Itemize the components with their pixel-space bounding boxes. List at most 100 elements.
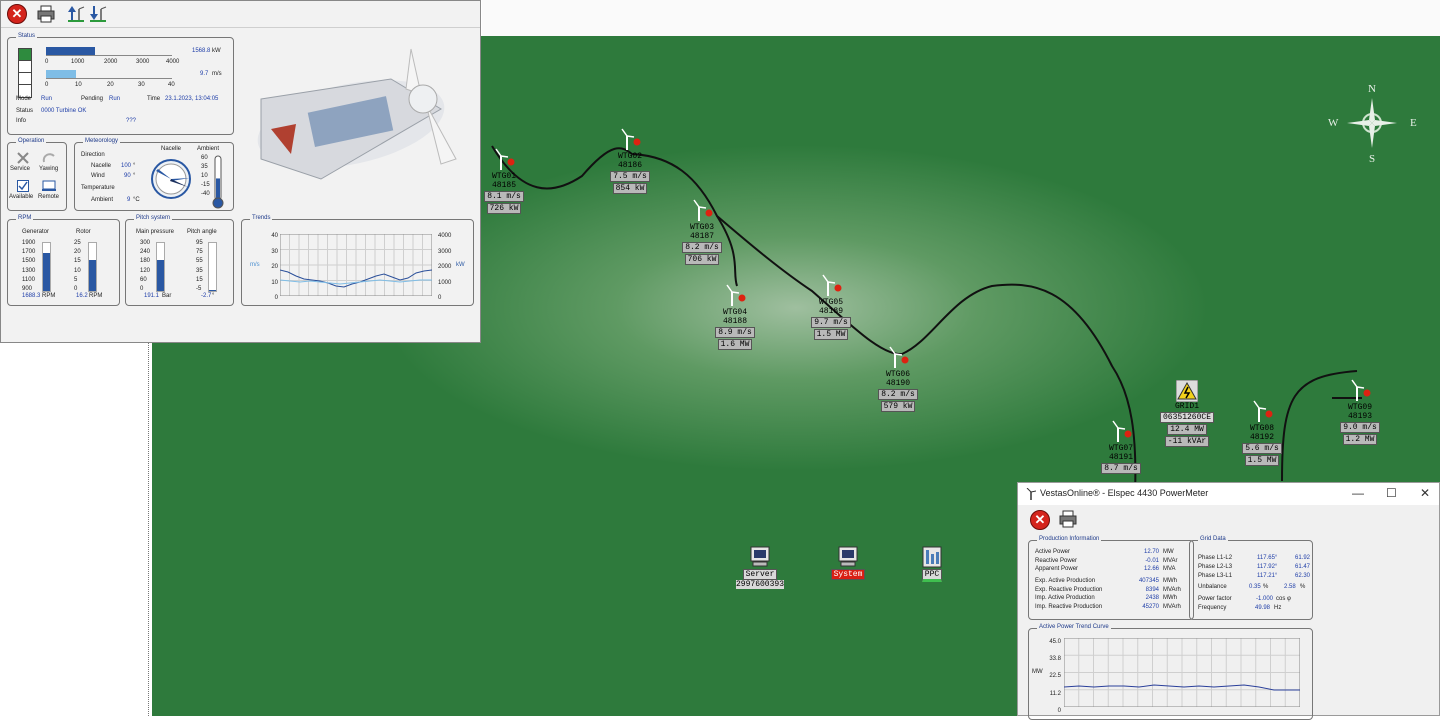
turbine-detail-window: ✕ Status 1568.8 kW 0 1000 2000 3000 4000…	[0, 0, 481, 343]
turbine-wtg09[interactable]: WTG09 48193 9.0 m/s 1.2 MW	[1338, 379, 1382, 445]
grid-data-group: Grid Data Phase L1-L2 117.65° 61.92 Phas…	[1189, 536, 1313, 620]
turbine-name: WTG07	[1108, 444, 1133, 453]
trend-right-tick: 4000	[438, 233, 452, 239]
power-tick: 2000	[104, 59, 118, 65]
turbine-name: WTG02	[617, 152, 642, 161]
maximize-button[interactable]: ☐	[1386, 486, 1397, 500]
print-icon[interactable]	[37, 5, 55, 23]
turbine-wind: 8.7 m/s	[1101, 463, 1141, 474]
phase-value: 61.47	[1295, 564, 1311, 570]
turbine-id: 48187	[689, 232, 714, 241]
compass-w: W	[1328, 117, 1339, 129]
turbine-wtg03[interactable]: WTG03 48187 8.2 m/s 706 kW	[680, 199, 724, 265]
production-row: Reactive Power -0.01 MVAr	[1035, 558, 1189, 567]
turbine-power: 1.5 MW	[1244, 455, 1280, 466]
time-label: Time	[147, 96, 161, 102]
print-icon[interactable]	[1059, 510, 1077, 528]
status-label: Status	[16, 108, 34, 114]
group-title: Pitch system	[134, 215, 173, 221]
turbine-down-icon[interactable]	[89, 5, 107, 23]
thermo-tick: 35	[201, 164, 208, 170]
rotor-tick: 10	[74, 267, 81, 274]
turbine-up-icon[interactable]	[67, 5, 85, 23]
rotor-rpm-unit: RPM	[89, 293, 103, 299]
pressure-value: 191.1	[144, 293, 160, 299]
available-check-icon[interactable]	[17, 180, 29, 192]
minimize-button[interactable]: —	[1352, 486, 1364, 500]
trend-tick: 33.8	[1049, 656, 1061, 663]
wind-turbine-icon	[1112, 420, 1132, 442]
turbine-name: WTG08	[1249, 424, 1274, 433]
turbine-id: 48186	[617, 161, 642, 170]
wind-value: 9.7	[200, 71, 209, 77]
close-button[interactable]: ✕	[7, 4, 27, 24]
turbine-name: WTG05	[818, 298, 843, 307]
rotor-tick: 25	[74, 240, 81, 246]
row-label: Apparent Power	[1035, 566, 1079, 573]
server-id: 2997600393	[735, 580, 784, 589]
rotor-tick: 15	[74, 258, 81, 265]
turbine-wtg01[interactable]: WTG01 48185 8.1 m/s 726 kW	[482, 148, 526, 214]
power-bar-fill	[46, 47, 96, 55]
power-factor-label: Power factor	[1198, 596, 1232, 602]
close-button[interactable]: ✕	[1030, 510, 1050, 530]
wind-turbine-icon	[495, 148, 515, 170]
compass-s: S	[1369, 153, 1376, 165]
wind-turbine-icon	[1253, 400, 1273, 422]
server-node[interactable]: Server 2997600393	[730, 546, 790, 589]
group-title: Production Information	[1037, 536, 1102, 542]
pressure-ticks: 300 240 180 120 60 0	[140, 239, 154, 294]
turbine-wtg08[interactable]: WTG08 48192 5.6 m/s 1.5 MW	[1240, 400, 1284, 466]
turbine-power: 726 kW	[486, 203, 522, 214]
turbine-power: 579 kW	[880, 401, 916, 412]
ppc-node[interactable]: PPC	[910, 546, 954, 582]
background-toolbar	[482, 0, 1440, 37]
group-title: Active Power Trend Curve	[1037, 624, 1111, 630]
rotor-tick: 20	[74, 249, 81, 256]
remote-icon[interactable]	[42, 180, 56, 192]
gen-tick: 1100	[22, 276, 35, 283]
gen-tick: 1500	[22, 258, 36, 265]
trend-right-tick: 2000	[438, 264, 452, 270]
status-light-stack	[18, 48, 32, 98]
turbine-wind: 8.1 m/s	[484, 191, 524, 202]
service-icon[interactable]	[16, 152, 30, 164]
operation-group: Operation Service Yawing Available Remot…	[7, 138, 67, 211]
mode-label: Mode	[16, 96, 32, 102]
yawing-icon[interactable]	[42, 152, 56, 164]
turbine-power: 854 kW	[612, 183, 648, 194]
trend-right-tick: 3000	[438, 248, 452, 255]
turbine-wtg05[interactable]: WTG05 48189 9.7 m/s 1.5 MW	[809, 274, 853, 340]
turbine-wtg04[interactable]: WTG04 48188 8.9 m/s 1.6 MW	[713, 284, 757, 350]
wind-turbine-icon	[693, 199, 713, 221]
group-title: Trends	[250, 215, 273, 221]
wind-direction-gauge	[151, 159, 191, 199]
production-row: Imp. Reactive Production 45270 MVArh	[1035, 604, 1189, 613]
grid-name: GRID1	[1174, 402, 1199, 411]
rpm-group: RPM Generator Rotor 1900 1700 1500 1300 …	[7, 215, 120, 306]
compass-e: E	[1410, 117, 1417, 129]
grid-node[interactable]: GRID1 06351260CE 12.4 MW -11 kVAr	[1157, 380, 1217, 447]
wind-direction-unit: °	[133, 173, 136, 179]
rotor-rpm-value: 16.2	[76, 293, 88, 299]
wind-turbine-icon	[1351, 379, 1371, 401]
trend-left-tick: 30	[271, 248, 278, 255]
trend-left-tick: 10	[271, 279, 278, 286]
trend-right-ticks: 4000 3000 2000 1000 0	[438, 229, 458, 307]
window-close-button[interactable]: ✕	[1420, 486, 1430, 500]
high-voltage-icon	[1176, 380, 1198, 402]
turbine-power: 1.2 MW	[1342, 434, 1378, 445]
phase-value: 62.30	[1295, 573, 1311, 579]
turbine-wtg07[interactable]: WTG07 48191 8.7 m/s	[1099, 420, 1143, 474]
system-node[interactable]: System	[826, 546, 870, 580]
direction-label: Direction	[81, 152, 105, 158]
turbine-wtg02[interactable]: WTG02 48186 7.5 m/s 854 kW	[608, 128, 652, 194]
turbine-wtg06[interactable]: WTG06 48190 8.2 m/s 579 kW	[876, 346, 920, 412]
turbine-id: 48192	[1249, 433, 1274, 442]
trend-right-unit: kW	[456, 262, 465, 268]
nacelle-unit: °	[133, 163, 136, 169]
turbine-wind: 8.2 m/s	[682, 242, 722, 253]
angle-bar-track	[208, 242, 217, 292]
turbine-trend-chart	[280, 234, 432, 296]
trend-left-unit: m/s	[250, 262, 260, 268]
